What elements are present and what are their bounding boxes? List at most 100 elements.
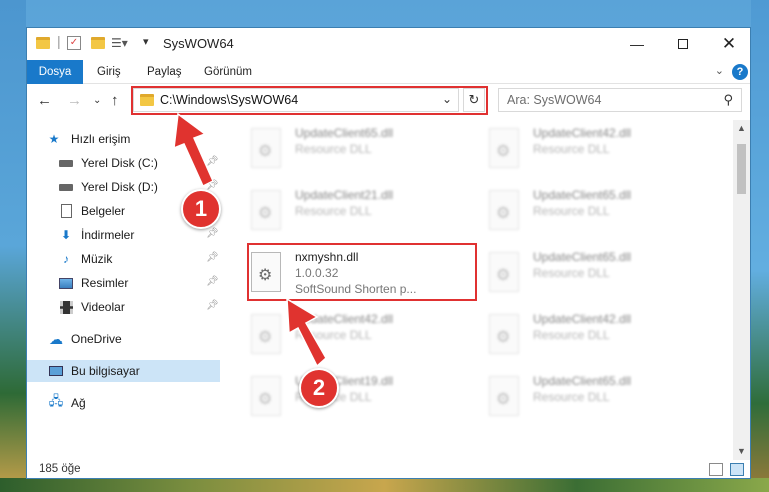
dll-file-icon: [489, 252, 519, 292]
properties-icon[interactable]: ✓: [67, 36, 81, 50]
sidebar-item-label: Yerel Disk (D:): [81, 180, 158, 194]
ribbon-tabs: Dosya Giriş Paylaş Görünüm ⌄ ?: [27, 60, 750, 84]
minimize-icon: —: [630, 36, 644, 52]
separator: |: [57, 33, 61, 49]
file-tile[interactable]: UpdateClient65.dll Resource DLL: [481, 244, 709, 302]
dll-file-icon: [489, 128, 519, 168]
sidebar-item-label: Müzik: [81, 252, 113, 266]
search-icon[interactable]: ⚲: [723, 92, 733, 108]
navigation-bar: ← → ⌄ ↑ C:\Windows\SysWOW64 ⌄ ↻ ⚲: [27, 84, 750, 120]
file-type: Resource DLL: [533, 390, 610, 404]
pin-icon[interactable]: 📌︎: [206, 156, 219, 167]
quick-access-toolbar-icon[interactable]: ☰▾: [111, 36, 128, 50]
file-tile[interactable]: UpdateClient65.dll Resource DLL: [481, 368, 709, 426]
file-type: Resource DLL: [295, 204, 372, 218]
sidebar-item-pictures[interactable]: Resimler 📌︎: [27, 272, 220, 294]
sidebar-item-this-pc[interactable]: Bu bilgisayar: [27, 360, 220, 382]
sidebar-item-network[interactable]: 🖧︎ Ağ: [27, 392, 220, 414]
back-arrow-icon[interactable]: ←: [37, 92, 52, 109]
cloud-icon: ☁: [49, 330, 63, 347]
maximize-icon: [678, 39, 688, 49]
folder-icon: [36, 37, 50, 49]
file-type: Resource DLL: [295, 328, 372, 342]
maximize-button[interactable]: [660, 28, 706, 60]
file-type: Resource DLL: [295, 142, 372, 156]
file-type: Resource DLL: [533, 204, 610, 218]
file-highlight-box: [247, 243, 477, 301]
sidebar-item-label: Belgeler: [81, 204, 126, 218]
file-explorer-window: | ✓ ☰▾ ▾ SysWOW64 — ✕ Dosya Giriş Paylaş…: [26, 27, 751, 479]
sidebar-item-label: Hızlı erişim: [71, 132, 131, 146]
pin-icon[interactable]: 📌︎: [206, 276, 219, 287]
sidebar-item-music[interactable]: ♪ Müzik 📌︎: [27, 248, 220, 270]
sidebar-item-downloads[interactable]: ⬇ İndirmeler 📌︎: [27, 224, 220, 246]
sidebar-item-local-disk-c[interactable]: Yerel Disk (C:) 📌︎: [27, 152, 220, 174]
step-1-callout: 1: [181, 189, 221, 229]
file-name: UpdateClient65.dll: [533, 374, 632, 388]
dll-file-icon: [489, 190, 519, 230]
sidebar-item-label: Ağ: [71, 396, 86, 410]
file-tile[interactable]: UpdateClient19.dll Resource DLL: [243, 368, 471, 426]
minimize-button[interactable]: —: [614, 28, 660, 60]
document-icon: [59, 204, 73, 218]
file-tile[interactable]: UpdateClient42.dll Resource DLL: [243, 306, 471, 364]
computer-icon: [49, 364, 63, 378]
scroll-down-icon[interactable]: ▼: [733, 443, 750, 460]
tab-share[interactable]: Paylaş: [147, 60, 182, 84]
search-input[interactable]: [507, 90, 707, 110]
status-bar: 185 öğe: [27, 460, 750, 478]
star-icon: ★: [48, 132, 60, 146]
pin-icon[interactable]: 📌︎: [206, 300, 219, 311]
sidebar-item-label: Videolar: [81, 300, 125, 314]
sidebar-item-videos[interactable]: Videolar 📌︎: [27, 296, 220, 318]
dll-file-icon: [489, 314, 519, 354]
tab-home[interactable]: Giriş: [97, 60, 121, 84]
vertical-scrollbar[interactable]: ▲ ▼: [733, 120, 750, 460]
dll-file-icon: [251, 190, 281, 230]
tab-view[interactable]: Görünüm: [204, 60, 252, 84]
scroll-up-icon[interactable]: ▲: [733, 120, 750, 137]
details-view-icon[interactable]: [709, 463, 723, 476]
sidebar-item-label: Resimler: [81, 276, 129, 290]
search-box[interactable]: ⚲: [498, 88, 742, 112]
file-tile[interactable]: UpdateClient65.dll Resource DLL: [481, 182, 709, 240]
sidebar-item-label: Bu bilgisayar: [71, 364, 140, 378]
large-icons-view-icon[interactable]: [730, 463, 744, 476]
drive-icon: [59, 156, 73, 170]
file-name: UpdateClient42.dll: [295, 312, 394, 326]
file-name: UpdateClient65.dll: [533, 250, 632, 264]
close-button[interactable]: ✕: [706, 28, 750, 60]
file-type: Resource DLL: [533, 142, 610, 156]
sidebar-item-onedrive[interactable]: ☁ OneDrive: [27, 328, 220, 350]
customize-toolbar-chevron-icon[interactable]: ▾: [143, 35, 149, 48]
close-icon: ✕: [721, 34, 737, 53]
pin-icon[interactable]: 📌︎: [206, 228, 219, 239]
up-arrow-icon[interactable]: ↑: [111, 92, 119, 109]
pin-icon[interactable]: 📌︎: [206, 252, 219, 263]
file-tile[interactable]: UpdateClient42.dll Resource DLL: [481, 306, 709, 364]
network-icon: 🖧︎: [48, 393, 64, 408]
new-folder-icon[interactable]: [91, 37, 105, 49]
sidebar-item-quick-access[interactable]: ★ Hızlı erişim: [27, 128, 220, 150]
navigation-pane: ★ Hızlı erişim Yerel Disk (C:) 📌︎ Yerel …: [27, 126, 220, 451]
item-count: 185 öğe: [39, 463, 81, 475]
dll-file-icon: [251, 314, 281, 354]
file-tile[interactable]: UpdateClient42.dll Resource DLL: [481, 120, 709, 178]
file-name: UpdateClient65.dll: [533, 188, 632, 202]
scrollbar-thumb[interactable]: [737, 144, 746, 194]
desktop-wallpaper-right: [751, 0, 769, 492]
recent-locations-chevron-icon[interactable]: ⌄: [93, 95, 101, 106]
expand-ribbon-icon[interactable]: ⌄: [715, 64, 724, 77]
file-type: Resource DLL: [533, 266, 610, 280]
music-icon: ♪: [63, 252, 69, 266]
video-icon: [59, 300, 73, 314]
file-tile[interactable]: UpdateClient21.dll Resource DLL: [243, 182, 471, 240]
help-icon[interactable]: ?: [732, 64, 748, 80]
file-tile[interactable]: UpdateClient65.dll Resource DLL: [243, 120, 471, 178]
forward-arrow-icon[interactable]: →: [67, 92, 82, 109]
window-title: SysWOW64: [163, 36, 234, 51]
file-name: UpdateClient42.dll: [533, 126, 632, 140]
dll-file-icon: [489, 376, 519, 416]
address-highlight-box: [131, 86, 488, 115]
tab-file[interactable]: Dosya: [27, 60, 83, 84]
